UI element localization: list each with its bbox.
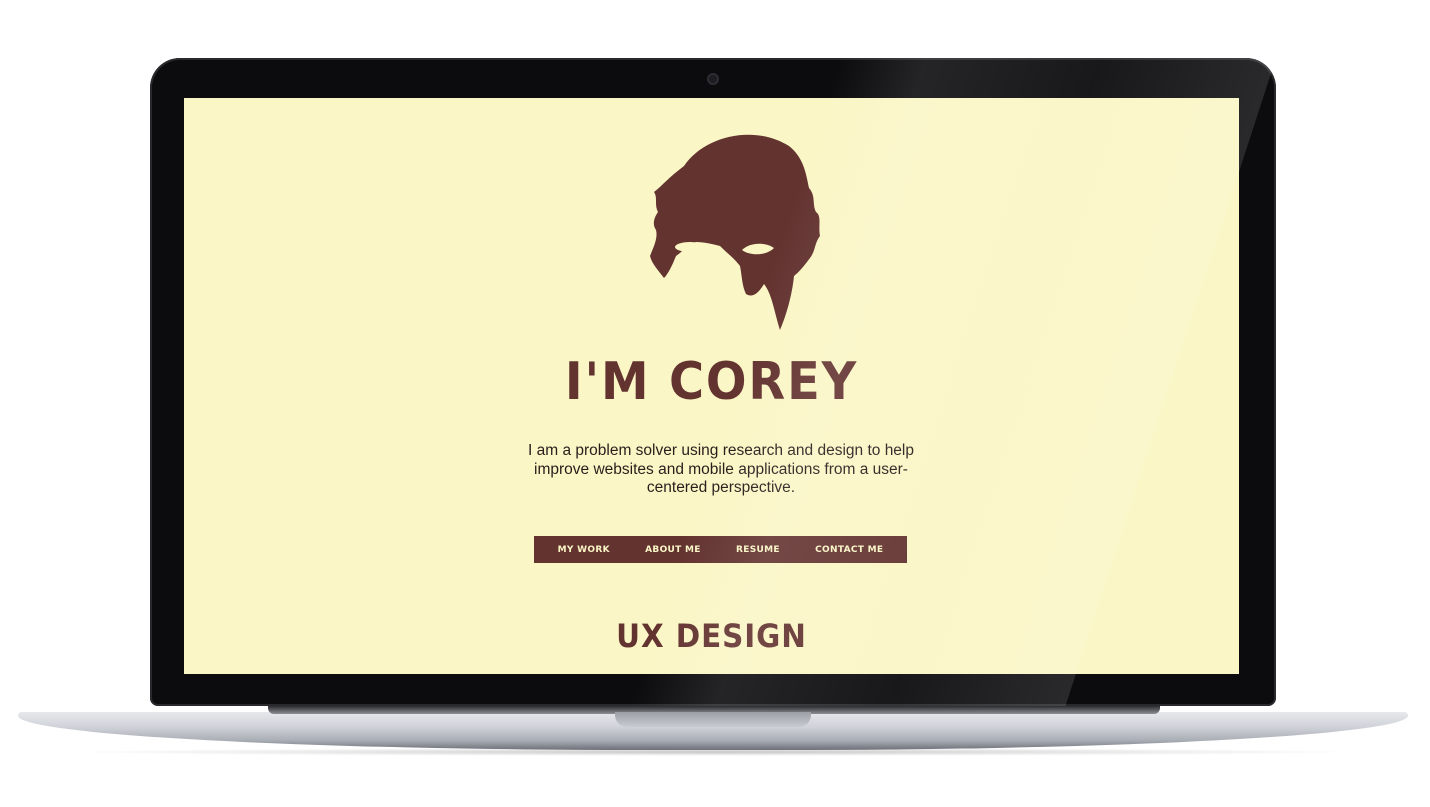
section-heading: UX DESIGN [616,617,807,655]
laptop-notch [615,712,811,727]
webcam-icon [707,73,719,85]
intro-text: I am a problem solver using research and… [528,442,914,496]
hair-silhouette-avatar-icon [650,134,820,330]
nav-link-resume[interactable]: RESUME [736,545,780,555]
website-screen: I'M COREY I am a problem solver using re… [184,98,1239,674]
main-nav: MY WORK ABOUT ME RESUME CONTACT ME [534,536,907,563]
nav-link-contact-me[interactable]: CONTACT ME [815,545,883,555]
page-title: I'M COREY [564,352,859,412]
nav-link-my-work[interactable]: MY WORK [558,545,610,555]
laptop-lid: I'M COREY I am a problem solver using re… [150,58,1276,706]
nav-link-about-me[interactable]: ABOUT ME [645,545,701,555]
laptop-mockup: I'M COREY I am a problem solver using re… [0,0,1430,807]
